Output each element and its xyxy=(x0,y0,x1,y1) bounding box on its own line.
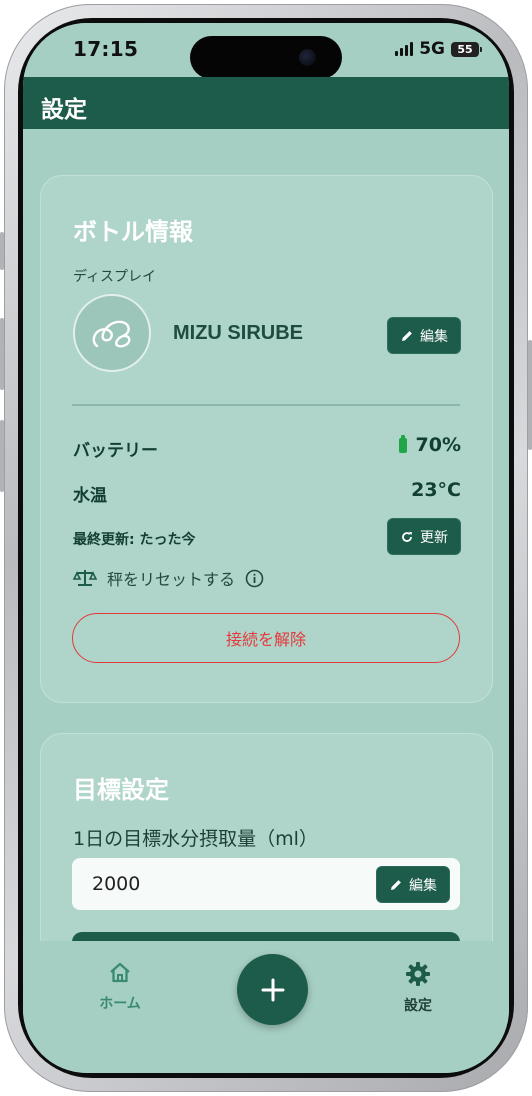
daily-goal-field[interactable]: 2000 編集 xyxy=(72,858,460,910)
page-title: 設定 xyxy=(41,97,87,123)
nav-home[interactable]: ホーム xyxy=(80,961,160,1013)
refresh-button[interactable]: 更新 xyxy=(387,518,461,555)
battery-value: 70% xyxy=(415,434,461,456)
nav-settings[interactable]: 設定 xyxy=(378,961,458,1015)
disconnect-label: 接続を解除 xyxy=(225,630,306,649)
action-button xyxy=(0,232,4,270)
volume-up-button xyxy=(0,318,4,390)
plus-icon xyxy=(261,978,284,1001)
goal-save-button[interactable] xyxy=(72,932,460,941)
scale-icon xyxy=(73,570,97,586)
disconnect-button[interactable]: 接続を解除 xyxy=(72,613,460,663)
daily-goal-value: 2000 xyxy=(92,873,141,895)
pencil-icon xyxy=(402,330,412,341)
dynamic-island xyxy=(190,36,342,79)
network-type: 5G xyxy=(419,39,445,59)
info-icon[interactable] xyxy=(245,569,264,588)
reset-scale-label: 秤をリセットする xyxy=(107,570,236,589)
bottle-logo xyxy=(73,294,151,372)
divider xyxy=(72,404,460,406)
nav-settings-label: 設定 xyxy=(404,998,432,1014)
battery-icon xyxy=(398,434,407,453)
nav-home-label: ホーム xyxy=(99,996,141,1012)
front-camera xyxy=(299,49,316,66)
edit-goal-label: 編集 xyxy=(409,877,437,894)
add-button[interactable] xyxy=(237,954,308,1025)
device-name: MIZU SIRUBE xyxy=(173,322,303,344)
pencil-icon xyxy=(391,879,401,890)
screen: 17:15 5G 55 設定 ボトル情報 ディスプレイ MIZU SIRUBE … xyxy=(23,23,509,1073)
battery-label: バッテリー xyxy=(73,441,158,461)
goal-settings-title: 目標設定 xyxy=(73,776,169,804)
volume-down-button xyxy=(0,420,4,492)
status-time: 17:15 xyxy=(73,37,139,61)
app-header: 設定 xyxy=(23,77,509,129)
status-bar: 17:15 5G 55 xyxy=(23,23,509,79)
edit-device-button[interactable]: 編集 xyxy=(387,317,461,354)
signal-icon xyxy=(395,42,414,56)
last-updated-text: 最終更新: たった今 xyxy=(73,532,196,548)
refresh-label: 更新 xyxy=(420,529,448,546)
reset-scale-link[interactable]: 秤をリセットする xyxy=(73,566,264,590)
battery-status-level: 55 xyxy=(457,42,473,56)
power-button xyxy=(528,340,532,450)
bottle-info-card: ボトル情報 ディスプレイ MIZU SIRUBE 編集 バッテリー 70% 水温 xyxy=(40,175,493,703)
edit-goal-button[interactable]: 編集 xyxy=(376,866,450,903)
goal-settings-card: 目標設定 1日の目標水分摂取量（ml） 2000 編集 xyxy=(40,733,493,941)
battery-value-group: 70% xyxy=(398,434,461,456)
display-label: ディスプレイ xyxy=(73,269,157,285)
water-temp-label: 水温 xyxy=(73,486,107,506)
status-indicators: 5G 55 xyxy=(395,39,482,59)
home-icon xyxy=(110,962,130,983)
settings-content[interactable]: ボトル情報 ディスプレイ MIZU SIRUBE 編集 バッテリー 70% 水温 xyxy=(23,129,509,941)
gear-icon xyxy=(406,962,430,986)
bottle-info-title: ボトル情報 xyxy=(73,218,193,246)
edit-device-label: 編集 xyxy=(420,328,448,345)
water-temp-value: 23°C xyxy=(411,479,461,501)
daily-goal-label: 1日の目標水分摂取量（ml） xyxy=(73,828,318,850)
battery-status-icon: 55 xyxy=(451,41,482,57)
bottom-nav: ホーム 設定 xyxy=(23,941,509,1073)
refresh-icon xyxy=(402,531,412,542)
